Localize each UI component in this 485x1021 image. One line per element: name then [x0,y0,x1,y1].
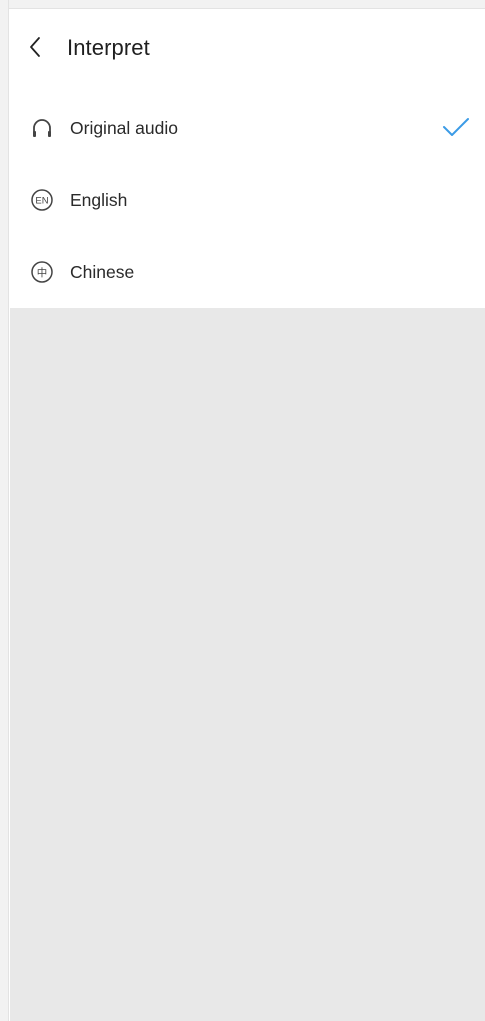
back-button[interactable] [24,32,46,62]
header: Interpret [10,10,485,86]
headphones-icon [30,116,54,140]
option-label: English [70,190,128,210]
svg-text:EN: EN [35,196,48,207]
option-chinese[interactable]: 中 Chinese [10,236,485,308]
option-label: Original audio [70,118,178,138]
option-english[interactable]: EN English [10,164,485,236]
zh-badge-icon: 中 [30,260,54,284]
top-edge [0,0,485,9]
empty-area [10,308,485,1021]
page-title: Interpret [67,35,150,60]
left-edge [0,0,9,1021]
en-badge-icon: EN [30,188,54,212]
interpret-screen: Interpret Original audio EN English 中 Ch… [0,0,485,1021]
option-original-audio[interactable]: Original audio [10,92,485,164]
svg-text:中: 中 [37,266,48,279]
option-label: Chinese [70,262,135,282]
interpret-panel: Interpret Original audio EN English 中 Ch… [10,10,485,1021]
chevron-left-icon [30,37,40,57]
check-icon [441,114,471,140]
